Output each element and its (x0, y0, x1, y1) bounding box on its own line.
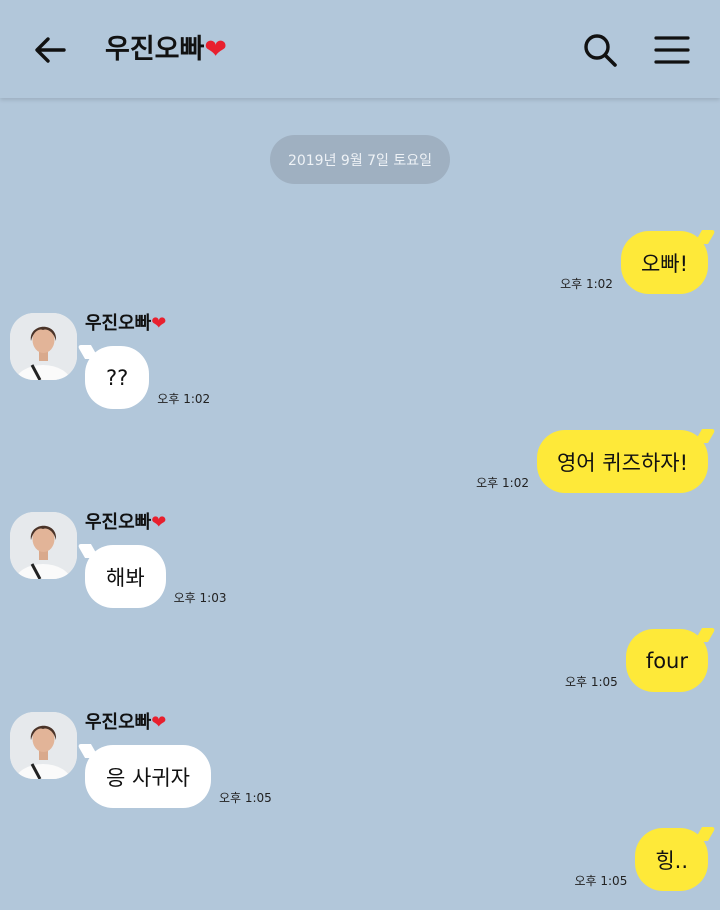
sender-name-text: 우진오빠 (85, 712, 152, 733)
hamburger-menu-icon (654, 36, 690, 64)
message-outgoing: 오후 1:05 four (565, 629, 708, 692)
chat-header: 우진오빠❤ (0, 0, 720, 98)
profile-photo-icon (10, 313, 77, 380)
message-outgoing: 오후 1:02 오빠! (560, 231, 708, 294)
message-bubble-outgoing[interactable]: four (625, 629, 708, 692)
message-time: 오후 1:05 (574, 874, 628, 888)
heart-icon: ❤ (151, 512, 167, 533)
message-outgoing: 오후 1:05 힝.. (574, 828, 708, 891)
date-divider-text: 2019년 9월 7일 토요일 (287, 152, 433, 169)
message-time: 오후 1:03 (173, 591, 227, 605)
message-time: 오후 1:05 (218, 791, 272, 805)
message-row: ?? 오후 1:02 (85, 346, 210, 409)
message-text: 응 사귀자 (106, 765, 190, 790)
message-time: 오후 1:05 (564, 675, 618, 689)
message-bubble-incoming[interactable]: 해봐 (85, 545, 166, 608)
message-bubble-outgoing[interactable]: 오빠! (620, 231, 708, 294)
message-text: 해봐 (106, 565, 145, 590)
search-button[interactable] (580, 30, 620, 70)
avatar[interactable] (10, 512, 77, 579)
avatar[interactable] (10, 313, 77, 380)
menu-button[interactable] (652, 30, 692, 70)
message-outgoing: 오후 1:02 영어 퀴즈하자! (476, 430, 708, 493)
avatar[interactable] (10, 712, 77, 779)
sender-name: 우진오빠❤ (85, 311, 166, 337)
message-bubble-outgoing[interactable]: 영어 퀴즈하자! (536, 430, 708, 493)
message-text: four (645, 648, 688, 673)
profile-photo-icon (10, 512, 77, 579)
sender-name: 우진오빠❤ (85, 710, 166, 736)
chat-title-text: 우진오빠 (105, 34, 205, 65)
message-bubble-incoming[interactable]: ?? (85, 346, 150, 409)
search-icon (584, 34, 617, 67)
message-time: 오후 1:02 (560, 277, 613, 291)
profile-photo-icon (10, 712, 77, 779)
message-time: 오후 1:02 (476, 476, 529, 490)
message-row: 응 사귀자 오후 1:05 (85, 745, 272, 808)
sender-name-text: 우진오빠 (85, 512, 152, 533)
heart-icon: ❤ (151, 712, 167, 733)
message-time: 오후 1:02 (157, 392, 211, 406)
message-text: 힝.. (655, 848, 688, 873)
arrow-left-icon (35, 37, 66, 63)
message-text: 오빠! (640, 251, 688, 276)
message-row: 해봐 오후 1:03 (85, 545, 226, 608)
date-divider: 2019년 9월 7일 토요일 (270, 135, 450, 184)
back-button[interactable] (30, 30, 70, 70)
message-text: ?? (106, 365, 129, 390)
heart-icon: ❤ (151, 313, 167, 334)
chat-title: 우진오빠❤ (105, 30, 227, 70)
sender-name: 우진오빠❤ (85, 510, 166, 536)
message-text: 영어 퀴즈하자! (556, 450, 688, 475)
message-bubble-incoming[interactable]: 응 사귀자 (85, 745, 211, 808)
heart-icon: ❤ (204, 34, 227, 65)
message-bubble-outgoing[interactable]: 힝.. (635, 828, 708, 891)
sender-name-text: 우진오빠 (85, 313, 152, 334)
